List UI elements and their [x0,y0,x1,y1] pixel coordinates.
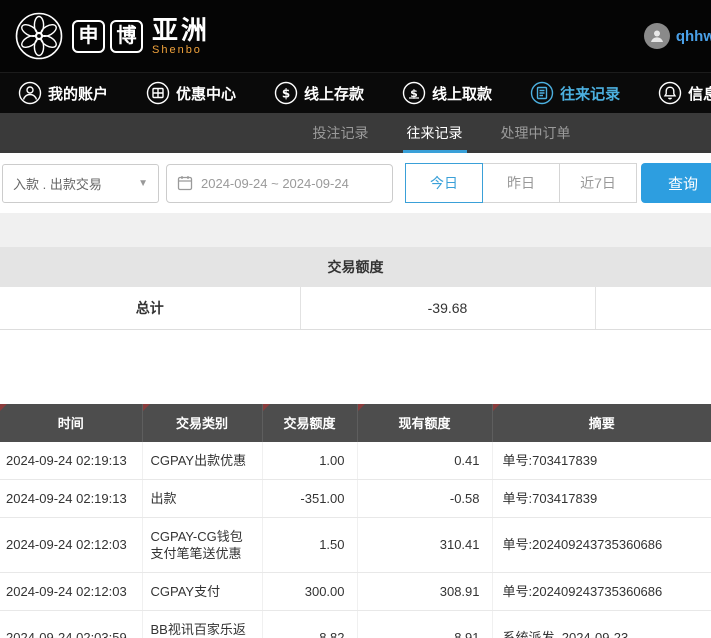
sub-nav: 投注记录 往来记录 处理中订单 [0,113,711,153]
promo-icon [146,81,170,105]
nav-item-label: 线上存款 [304,83,364,104]
tab-label: 处理中订单 [501,125,571,141]
tab-transaction-records[interactable]: 往来记录 [403,113,467,153]
cell-remark: 单号:703417839 [492,479,711,517]
nav-item-label: 我的账户 [48,83,108,104]
records-header-row: 时间 交易类别 交易额度 现有额度 摘要 [0,404,711,442]
nav-item-label: 往来记录 [560,83,620,104]
filter-bar: 入款 . 出款交易 ▼ 2024-09-24 ~ 2024-09-24 今日 昨… [0,153,711,213]
cell-balance: 0.41 [357,442,492,480]
table-row: 2024-09-24 02:19:13 出款 -351.00 -0.58 单号:… [0,479,711,517]
cell-balance: 310.41 [357,517,492,572]
yesterday-button[interactable]: 昨日 [482,163,560,203]
corner-marker [143,404,150,411]
account-menu[interactable]: qhhw [644,23,711,49]
cell-time: 2024-09-24 02:12:03 [0,572,142,610]
summary-title: 交易额度 [0,247,711,287]
date-range-value: 2024-09-24 ~ 2024-09-24 [201,176,349,191]
transaction-type-value: 入款 . 出款交易 [13,174,102,193]
brand-region: 亚洲 [152,17,210,43]
col-header-type: 交易类别 [142,404,262,442]
corner-marker [263,404,270,411]
records-icon [530,81,554,105]
table-row: 2024-09-24 02:19:13 CGPAY出款优惠 1.00 0.41 … [0,442,711,480]
brand-char-shen: 申 [72,20,105,53]
cell-type: CGPAY-CG钱包支付笔笔送优惠 [142,517,262,572]
transaction-type-select[interactable]: 入款 . 出款交易 ▼ [2,164,159,203]
username: qhhw [676,28,711,45]
nav-item-transaction-records[interactable]: 往来记录 [530,81,620,105]
query-button[interactable]: 查询 [641,163,711,203]
nav-item-online-withdraw[interactable]: $ 线上取款 [402,81,492,105]
tab-processing-orders[interactable]: 处理中订单 [497,113,575,153]
cell-amount: 1.50 [262,517,357,572]
chevron-down-icon: ▼ [138,178,148,189]
corner-marker [0,404,7,411]
calendar-icon [177,175,193,191]
tab-label: 投注记录 [313,125,369,141]
brand-flower-icon[interactable] [14,11,64,61]
bell-icon [658,81,682,105]
date-range-input[interactable]: 2024-09-24 ~ 2024-09-24 [166,164,393,203]
brand-char-bo: 博 [110,20,143,53]
cell-remark: 单号:202409243735360686 [492,572,711,610]
cell-time: 2024-09-24 02:19:13 [0,442,142,480]
cell-balance: 308.91 [357,572,492,610]
summary-total-value: -39.68 [300,287,595,329]
corner-marker [493,404,500,411]
summary-row: 总计 -39.68 [0,287,711,329]
today-button[interactable]: 今日 [405,163,483,203]
nav-item-messages[interactable]: 信息 [658,81,711,105]
table-row: 2024-09-24 02:03:59 BB视讯百家乐返点 8.82 8.91 … [0,610,711,638]
cell-balance: 8.91 [357,610,492,638]
cell-balance: -0.58 [357,479,492,517]
col-header-time: 时间 [0,404,142,442]
spacer [0,330,711,404]
avatar-icon [644,23,670,49]
user-icon [18,81,42,105]
section-divider [0,213,711,247]
corner-marker [358,404,365,411]
cell-remark: 单号:202409243735360686 [492,517,711,572]
nav-item-label: 信息 [688,83,711,104]
summary-table: 交易额度 总计 -39.68 [0,247,711,330]
cell-type: 出款 [142,479,262,517]
top-header: 申 博 亚洲 Shenbo qhhw [0,0,711,72]
table-row: 2024-09-24 02:12:03 CGPAY-CG钱包支付笔笔送优惠 1.… [0,517,711,572]
cell-type: CGPAY出款优惠 [142,442,262,480]
tab-label: 往来记录 [407,125,463,141]
cell-time: 2024-09-24 02:19:13 [0,479,142,517]
nav-item-label: 优惠中心 [176,83,236,104]
col-header-amount: 交易额度 [262,404,357,442]
brand-region-block: 亚洲 Shenbo [152,17,210,56]
summary-empty-cell [595,287,711,329]
cell-type: BB视讯百家乐返点 [142,610,262,638]
main-nav: 我的账户 优惠中心 $ 线上存款 $ 线上取款 [0,72,711,113]
last-7-days-button[interactable]: 近7日 [559,163,637,203]
summary-total-label: 总计 [0,287,300,329]
cell-amount: 1.00 [262,442,357,480]
cell-amount: -351.00 [262,479,357,517]
deposit-icon: $ [274,81,298,105]
brand-subtitle: Shenbo [152,44,210,56]
cell-remark: 单号:703417839 [492,442,711,480]
tab-betting-records[interactable]: 投注记录 [309,113,373,153]
cell-amount: 300.00 [262,572,357,610]
nav-item-promo-center[interactable]: 优惠中心 [146,81,236,105]
table-row: 2024-09-24 02:12:03 CGPAY支付 300.00 308.9… [0,572,711,610]
nav-item-my-account[interactable]: 我的账户 [18,81,108,105]
cell-time: 2024-09-24 02:03:59 [0,610,142,638]
cell-remark: 系统派发_2024-09-23 [492,610,711,638]
cell-type: CGPAY支付 [142,572,262,610]
nav-item-online-deposit[interactable]: $ 线上存款 [274,81,364,105]
cell-time: 2024-09-24 02:12:03 [0,517,142,572]
col-header-remark: 摘要 [492,404,711,442]
svg-text:$: $ [282,87,290,101]
quick-date-group: 今日 昨日 近7日 [406,163,637,203]
records-table: 时间 交易类别 交易额度 现有额度 摘要 2024-09-24 02:19:13… [0,404,711,638]
col-header-balance: 现有额度 [357,404,492,442]
nav-item-label: 线上取款 [432,83,492,104]
cell-amount: 8.82 [262,610,357,638]
withdraw-icon: $ [402,81,426,105]
